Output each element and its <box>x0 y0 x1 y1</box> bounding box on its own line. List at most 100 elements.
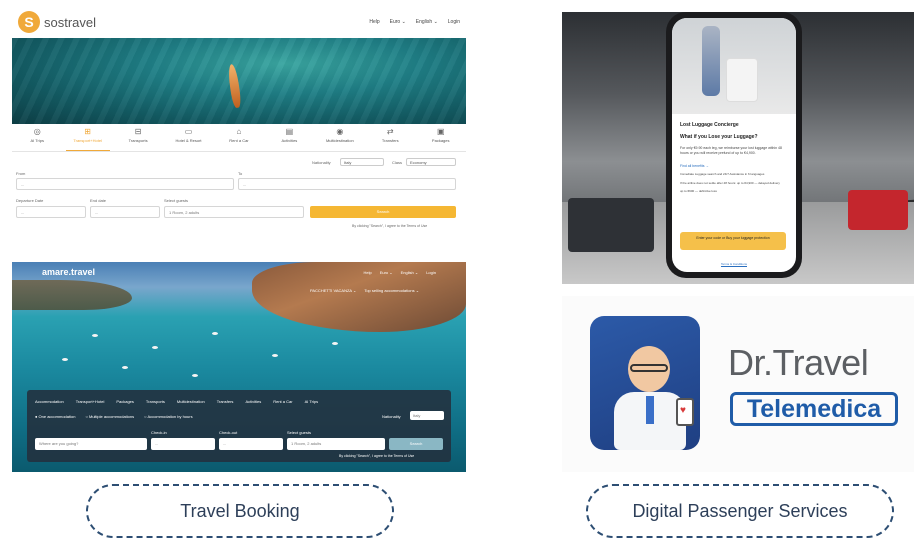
tab-transport-hotel[interactable]: Transport+Hotel <box>76 399 105 404</box>
suitcase-image <box>568 198 654 252</box>
search-button[interactable]: Search <box>310 206 456 218</box>
tab-rent-a-car[interactable]: ⌂ Rent a Car <box>217 124 261 151</box>
tab-ai-trips[interactable]: AI Trips <box>305 399 319 404</box>
amare-tabs: Accommodation Transport+Hotel Packages T… <box>35 394 445 408</box>
amare-nationality-label: Nationality <box>382 414 401 419</box>
one-accommodation-radio[interactable]: ● One accommodation <box>35 414 75 419</box>
lost-luggage-photo: Lost Luggage Concierge What if you Lose … <box>562 12 914 284</box>
to-input[interactable]: ... <box>238 178 456 190</box>
amare-login-link[interactable]: Login <box>426 270 436 275</box>
dr-travel-logo: ♥ Dr.Travel Telemedica <box>562 296 914 472</box>
bag-icon: ▣ <box>436 127 445 136</box>
packages-menu[interactable]: PACCHETTI VACANZA ⌄ <box>310 288 356 293</box>
smartphone: Lost Luggage Concierge What if you Lose … <box>666 12 802 278</box>
benefits-link[interactable]: Find all benefits → <box>680 164 788 168</box>
multiple-accommodations-radio[interactable]: ○ Multiple accommodations <box>85 414 134 419</box>
language-select[interactable]: English ⌄ <box>416 19 438 25</box>
car-icon: ⌂ <box>236 127 242 136</box>
tab-transfers[interactable]: ⇄ Transfers <box>368 124 412 151</box>
currency-select[interactable]: Euro ⌄ <box>390 19 406 25</box>
train-icon: ⊞ <box>84 127 91 136</box>
nationality-label: Nationality <box>312 160 331 165</box>
telemedica-label: Telemedica <box>730 392 898 426</box>
accommodation-options: ● One accommodation ○ Multiple accommoda… <box>35 414 193 419</box>
heart-icon: ♥ <box>680 405 686 416</box>
travel-booking-caption: Travel Booking <box>86 484 394 538</box>
benefit-item: up to €900 — definitive loss <box>680 189 717 193</box>
service-title: Lost Luggage Concierge <box>680 122 739 128</box>
bus-icon: ⊟ <box>134 127 142 136</box>
tab-multidestination[interactable]: Multidestination <box>177 399 205 404</box>
amare-logo[interactable]: amare.travel <box>42 267 95 277</box>
accommodation-by-hours-radio[interactable]: ○ Accommodation by hours <box>144 414 192 419</box>
amare-language-select[interactable]: English ⌄ <box>401 270 419 275</box>
tab-transports[interactable]: ⊟ Transports <box>116 124 160 151</box>
amare-header: amare.travel Help Euro ⌄ English ⌄ Login <box>12 262 466 282</box>
amare-nationality-select[interactable]: Italy <box>410 411 444 420</box>
tab-transports[interactable]: Transports <box>146 399 165 404</box>
ai-icon: ◎ <box>33 127 41 136</box>
tab-transport-hotel[interactable]: ⊞ Transport+Hotel <box>65 124 110 151</box>
to-label: To <box>238 171 243 176</box>
tab-activities[interactable]: ▤ Activities <box>267 124 311 151</box>
pin-icon: ◉ <box>336 127 344 136</box>
class-label: Class <box>392 160 403 165</box>
dr-travel-name: Dr.Travel <box>728 342 869 383</box>
digital-passenger-services-caption: Digital Passenger Services <box>586 484 894 538</box>
nationality-select[interactable]: Italy <box>340 158 384 166</box>
amare-search-button[interactable]: Search <box>389 438 443 450</box>
tab-packages[interactable]: ▣ Packages <box>419 124 463 151</box>
red-suitcase-image <box>848 190 908 230</box>
top-selling-menu[interactable]: Top selling accommodations ⌄ <box>364 288 419 293</box>
from-label: From <box>16 171 26 176</box>
island-image <box>12 280 132 310</box>
end-date-input[interactable]: ... <box>90 206 160 218</box>
terms-text: By clicking "Search", I agree to the Ter… <box>352 224 428 228</box>
checkout-label: Check-out <box>219 430 238 435</box>
amare-help-link[interactable]: Help <box>363 270 371 275</box>
amare-travel-screenshot: amare.travel Help Euro ⌄ English ⌄ Login… <box>12 262 466 472</box>
guests-select[interactable]: 1 Room, 2 adults <box>164 206 304 218</box>
tab-packages[interactable]: Packages <box>116 399 134 404</box>
amare-currency-select[interactable]: Euro ⌄ <box>380 270 393 275</box>
class-select[interactable]: Economy <box>406 158 456 166</box>
service-subtitle: What if you Lose your Luggage? <box>680 134 758 140</box>
tab-multidestination[interactable]: ◉ Multidestination <box>318 124 362 151</box>
amare-guests-select[interactable]: 1 Room, 2 adults <box>287 438 385 450</box>
hero-image <box>12 38 466 124</box>
amare-terms-text: By clicking "Search", I agree to the Ter… <box>339 454 415 458</box>
bed-icon: ▭ <box>184 127 193 136</box>
departure-date-input[interactable]: ... <box>16 206 86 218</box>
terms-conditions-link[interactable]: Terms & Conditions <box>672 262 796 266</box>
checkin-label: Check-in <box>151 430 167 435</box>
help-link[interactable]: Help <box>369 19 379 25</box>
tab-accommodation[interactable]: Accommodation <box>35 399 64 404</box>
login-link[interactable]: Login <box>448 19 460 25</box>
tab-rent-a-car[interactable]: Rent a Car <box>273 399 292 404</box>
end-date-label: End date <box>90 198 107 203</box>
sostravel-logo[interactable]: S sostravel <box>18 11 96 33</box>
tab-hotel-resort[interactable]: ▭ Hotel & Resort <box>167 124 211 151</box>
departure-label: Departure Date <box>16 198 44 203</box>
white-suitcase-image <box>726 58 758 102</box>
traveler-image <box>702 26 720 96</box>
ticket-icon: ▤ <box>285 127 294 136</box>
buy-protection-button[interactable]: Enter your code or Buy your luggage prot… <box>680 232 786 250</box>
sostravel-header: S sostravel Help Euro ⌄ English ⌄ Login <box>12 6 466 38</box>
tab-ai-trips[interactable]: ◎ AI Trips <box>15 124 59 151</box>
tab-transfers[interactable]: Transfers <box>217 399 234 404</box>
phone-screen: Lost Luggage Concierge What if you Lose … <box>672 18 796 272</box>
from-input[interactable]: ... <box>16 178 234 190</box>
search-box: Accommodation Transport+Hotel Packages T… <box>27 390 451 462</box>
service-description: For only €9.90 each leg, we reimburse yo… <box>680 146 782 155</box>
benefit-item: If the airline does not settle after 48 … <box>680 180 780 185</box>
search-tabs: ◎ AI Trips ⊞ Transport+Hotel ⊟ Transports ▭… <box>12 124 466 152</box>
guests-label: Select guests <box>164 198 189 203</box>
sostravel-logo-icon: S <box>18 11 40 33</box>
benefit-item: Immediate Luggage search and 24/7 Assist… <box>680 172 765 176</box>
swap-icon: ⇄ <box>386 127 394 136</box>
checkout-input[interactable]: ... <box>219 438 283 450</box>
tab-activities[interactable]: Activities <box>245 399 261 404</box>
destination-input[interactable]: Where are you going? <box>35 438 147 450</box>
checkin-input[interactable]: ... <box>151 438 215 450</box>
